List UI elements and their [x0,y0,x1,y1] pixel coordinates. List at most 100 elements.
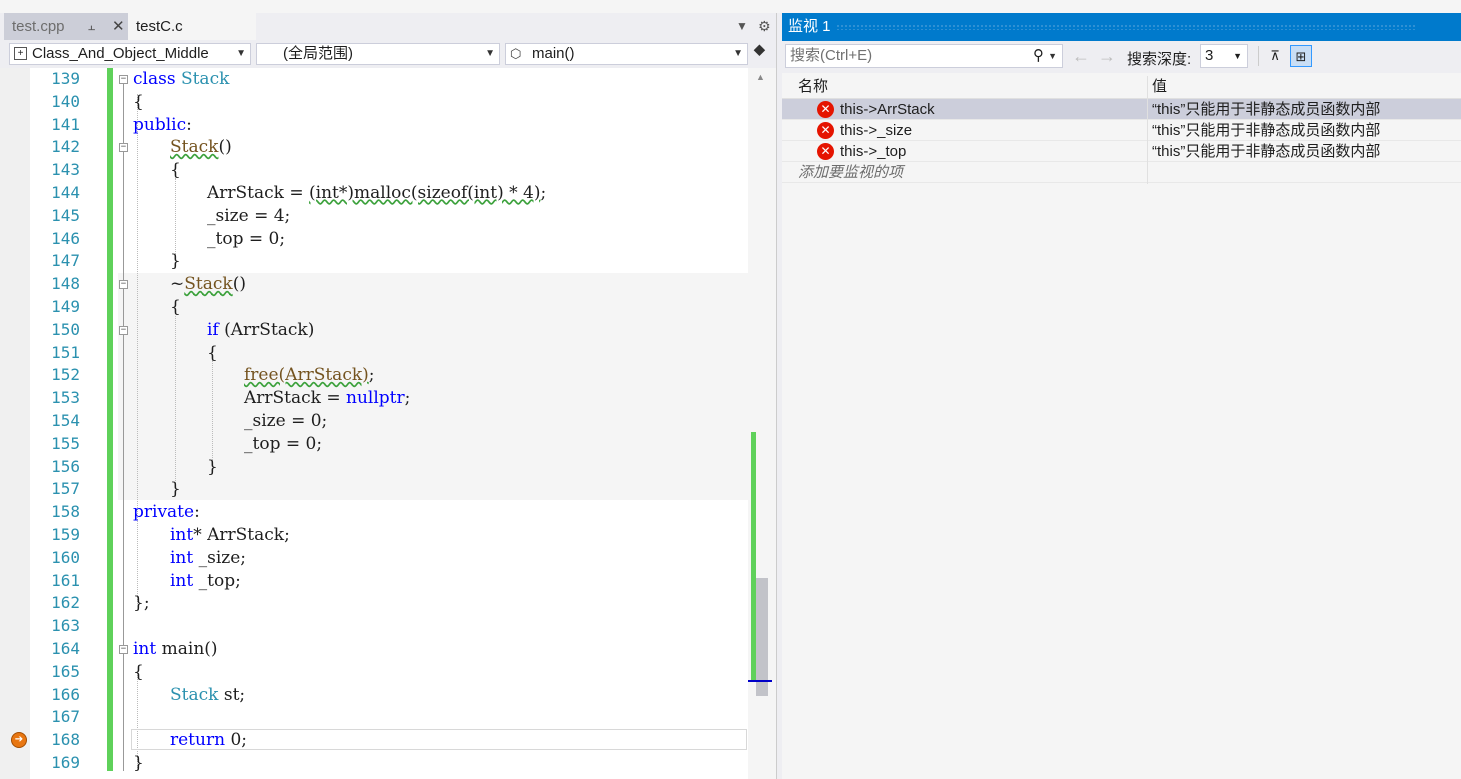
fold-toggle[interactable]: − [119,280,128,289]
line-number: 139 [51,69,80,88]
watch-row-name[interactable]: this->ArrStack [840,99,935,120]
line-number: 158 [51,502,80,522]
outline-line [123,84,124,664]
line-number: 140 [51,91,80,111]
hex-display-icon[interactable]: ⊞ [1290,45,1312,67]
code-line: ArrStack = nullptr; [244,387,410,410]
watch-toolbar: 搜索(Ctrl+E) ⚲ ▼ ← → 搜索深度: 3 ▼ ⊼ ⊞ [782,41,1461,73]
current-statement-arrow-icon[interactable]: ➔ [11,732,27,748]
watch-row[interactable]: ✕ this->ArrStack “this”只能用于非静态成员函数内部 [782,99,1461,120]
line-number: 169 [51,753,80,772]
code-line: free(ArrStack); [244,364,375,387]
search-previous-arrow-icon[interactable]: ← [1072,46,1090,67]
type-name: Stack [175,69,230,89]
scope-dropdown[interactable]: (全局范围) ▼ [256,43,500,65]
code-line: { [133,661,144,682]
watch-title-bar[interactable]: 监视 1 [782,13,1461,41]
fold-toggle[interactable]: − [119,326,128,335]
fold-toggle[interactable]: − [119,143,128,152]
line-number: 143 [51,160,80,180]
watch-row-name[interactable]: this->_top [840,141,906,162]
line-number: 154 [51,411,80,430]
indicator-margin[interactable] [0,68,30,779]
tab-test-cpp[interactable]: test.cpp ⫠ ✕ [4,13,136,40]
code-text: ; [404,388,411,409]
code-line: int main() [133,638,218,661]
pin-icon[interactable]: ⫠ [88,13,95,40]
editor-vertical-scrollbar[interactable]: ▲ [748,68,776,779]
add-watch-placeholder[interactable]: 添加要监视的项 [798,162,903,183]
function-call: free(ArrStack) [244,365,369,386]
watch-row-name[interactable]: this->_size [840,120,912,141]
search-next-arrow-icon[interactable]: → [1098,46,1116,67]
code-line: } [170,479,181,500]
code-line: } [170,251,181,272]
line-number: 152 [51,365,80,385]
toolbar-separator [1258,46,1259,66]
watch-row-value[interactable]: “this”只能用于非静态成员函数内部 [1152,141,1380,162]
indent-guide [137,94,138,604]
search-icon[interactable]: ⚲ [1033,45,1044,67]
code-line: private: [133,501,200,524]
close-icon[interactable]: ✕ [112,13,125,40]
outline-line [123,656,124,771]
title-grip [836,24,1416,30]
tab-list-dropdown-icon[interactable]: ▼ [736,13,748,40]
code-line: public: [133,114,192,137]
indent-guide [175,316,176,481]
column-header-value[interactable]: 值 [1152,76,1167,98]
code-line: { [170,160,181,181]
code-line: { [207,342,218,363]
watch-grid: 名称 值 ✕ this->ArrStack “this”只能用于非静态成员函数内… [782,73,1461,779]
column-separator[interactable] [1147,76,1148,184]
line-number: 141 [51,114,80,134]
code-text: _size; [193,547,247,568]
fold-toggle[interactable]: − [119,75,128,84]
scroll-up-icon[interactable]: ▲ [756,72,765,82]
navigation-bar: + Class_And_Object_Middle ▼ (全局范围) ▼ ⬡ m… [0,40,776,69]
code-text: () [232,274,246,295]
method-cube-icon: ⬡ [510,46,522,61]
code-text: 0; [225,730,247,751]
line-number: 148 [51,274,80,294]
settings-gear-icon[interactable]: ⚙ [758,13,771,40]
code-line: }; [133,593,150,614]
search-depth-dropdown[interactable]: 3 ▼ [1200,44,1248,68]
code-text: () [218,137,232,158]
watch-row-value[interactable]: “this”只能用于非静态成员函数内部 [1152,99,1380,120]
keyword: int [170,570,194,591]
scrollbar-thumb[interactable] [756,578,768,696]
code-line: class Stack [133,68,229,91]
column-header-name[interactable]: 名称 [798,76,828,98]
project-dropdown[interactable]: + Class_And_Object_Middle ▼ [9,43,251,65]
member-dropdown[interactable]: ⬡ main() ▼ [505,43,748,65]
watch-row[interactable]: ✕ this->_top “this”只能用于非静态成员函数内部 [782,141,1461,162]
add-watch-row[interactable]: 添加要监视的项 [782,162,1461,183]
watch-search-input[interactable]: 搜索(Ctrl+E) ⚲ ▼ [785,44,1063,68]
code-line: ArrStack = (int*)malloc(sizeof(int) * 4)… [207,182,546,205]
scope-label: (全局范围) [283,45,353,62]
code-line: int _top; [170,570,241,593]
line-number: 155 [51,433,80,453]
search-depth-label: 搜索深度: [1127,51,1192,68]
code-text: * ArrStack; [193,525,290,545]
split-window-icon[interactable]: ⯁ [753,44,766,62]
tab-testc-c[interactable]: testC.c [128,13,256,40]
line-number: 151 [51,342,80,362]
line-number: 164 [51,639,80,658]
line-number: 167 [51,707,80,727]
code-line: int _size; [170,547,246,570]
indent-guide [175,178,176,258]
project-label: Class_And_Object_Middle [32,45,209,62]
watch-row-value[interactable]: “this”只能用于非静态成员函数内部 [1152,120,1380,141]
code-line: { [170,297,181,317]
line-number: 165 [51,661,80,681]
fold-toggle[interactable]: − [119,645,128,654]
code-line: } [207,456,218,477]
code-editor[interactable]: − − − − − ➔ 139 140 141 142 143 144 145 … [0,68,776,779]
watch-window: 监视 1 搜索(Ctrl+E) ⚲ ▼ ← → 搜索深度: 3 ▼ ⊼ ⊞ 名称… [782,13,1461,779]
pin-watch-icon[interactable]: ⊼ [1264,45,1286,67]
document-tab-bar: test.cpp ⫠ ✕ testC.c ▼ ⚙ [0,13,776,40]
watch-row[interactable]: ✕ this->_size “this”只能用于非静态成员函数内部 [782,120,1461,141]
chevron-down-icon[interactable]: ▼ [1048,45,1057,67]
